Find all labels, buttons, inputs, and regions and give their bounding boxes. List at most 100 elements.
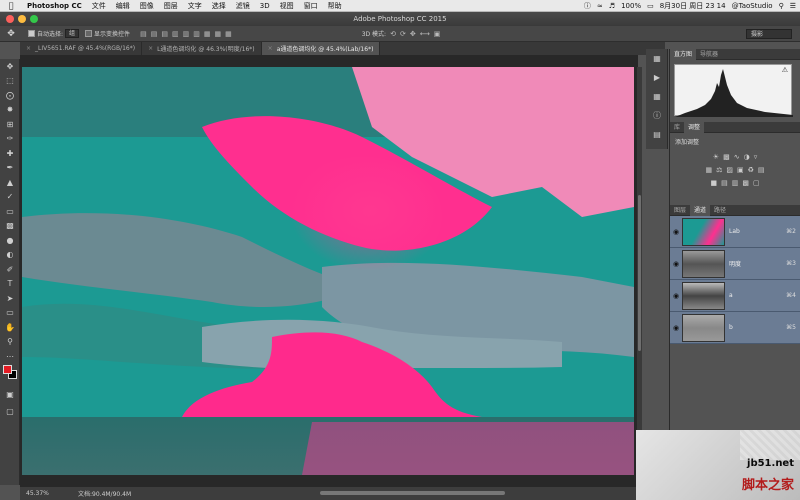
show-transform-checkbox[interactable] xyxy=(85,30,93,37)
move-tool-icon[interactable]: ✥ xyxy=(0,59,20,74)
doc-size[interactable]: 文档:90.4M/90.4M xyxy=(50,489,131,498)
bw-icon[interactable]: ▨ xyxy=(726,166,733,174)
gradient-map-icon[interactable]: ▩ xyxy=(742,179,749,187)
tab-adjustments[interactable]: 调整 xyxy=(684,122,705,133)
shape-tool-icon[interactable]: ▭ xyxy=(0,306,20,321)
auto-select-dropdown[interactable]: 组 xyxy=(65,29,80,38)
hue-sat-icon[interactable]: ▦ xyxy=(705,166,712,174)
history-brush-icon[interactable]: ✓ xyxy=(0,190,20,205)
brush-tool-icon[interactable]: ✒ xyxy=(0,161,20,176)
healing-brush-icon[interactable]: ✚ xyxy=(0,146,20,161)
align-right-icon[interactable]: ▥ xyxy=(193,30,200,38)
brush-settings-icon[interactable]: ▦ xyxy=(646,87,668,106)
distribute-icon[interactable]: ▦ xyxy=(225,30,232,38)
distribute-icon[interactable]: ▦ xyxy=(204,30,211,38)
menu-layer[interactable]: 图层 xyxy=(159,1,183,11)
rotate-3d-icon[interactable]: ⟲ xyxy=(390,30,396,38)
menu-help[interactable]: 帮助 xyxy=(323,1,347,11)
slide-3d-icon[interactable]: ⟷ xyxy=(420,30,430,38)
marquee-tool-icon[interactable]: ⬚ xyxy=(0,74,20,89)
menu-3d[interactable]: 3D xyxy=(255,2,275,10)
eye-icon[interactable]: ◉ xyxy=(670,260,682,268)
tab-paths[interactable]: 路径 xyxy=(710,205,730,216)
quick-select-icon[interactable]: ✸ xyxy=(0,103,20,118)
channel-row[interactable]: ◉ Lab ⌘2 xyxy=(670,216,800,248)
align-left-icon[interactable]: ▥ xyxy=(172,30,179,38)
invert-icon[interactable]: ■ xyxy=(710,179,717,187)
workspace-dropdown[interactable]: 摄影 xyxy=(746,29,792,39)
hand-tool-icon[interactable]: ✋ xyxy=(0,320,20,335)
move-tool-icon[interactable]: ✥ xyxy=(0,29,22,39)
eyedropper-icon[interactable]: ✑ xyxy=(0,132,20,147)
apple-icon[interactable]:  xyxy=(0,1,22,10)
type-tool-icon[interactable]: T xyxy=(0,277,20,292)
align-center-icon[interactable]: ▥ xyxy=(183,30,190,38)
photo-filter-icon[interactable]: ▣ xyxy=(737,166,744,174)
tab-navigator[interactable]: 导航器 xyxy=(696,49,722,60)
eraser-tool-icon[interactable]: ▭ xyxy=(0,204,20,219)
menu-edit[interactable]: 编辑 xyxy=(111,1,135,11)
more-tools-icon[interactable]: ⋯ xyxy=(0,349,20,364)
info-icon[interactable]: ⓘ xyxy=(584,1,591,11)
actions-icon[interactable]: ▶ xyxy=(646,68,668,87)
tab-layers[interactable]: 图层 xyxy=(670,205,690,216)
vertical-scrollbar[interactable] xyxy=(637,67,642,487)
eye-icon[interactable]: ◉ xyxy=(670,228,682,236)
horizontal-scrollbar[interactable] xyxy=(320,491,505,495)
channel-row[interactable]: ◉ a ⌘4 xyxy=(670,280,800,312)
tab-l-channel[interactable]: × L通道色调均化 @ 46.3%(明度/16*) xyxy=(142,42,262,55)
properties-icon[interactable]: ▤ xyxy=(646,125,668,144)
align-bottom-icon[interactable]: ▤ xyxy=(161,30,168,38)
align-middle-icon[interactable]: ▤ xyxy=(151,30,158,38)
blur-tool-icon[interactable]: ● xyxy=(0,233,20,248)
menu-window[interactable]: 窗口 xyxy=(299,1,323,11)
gradient-tool-icon[interactable]: ▩ xyxy=(0,219,20,234)
channel-row[interactable]: ◉ 明度 ⌘3 xyxy=(670,248,800,280)
info-icon[interactable]: ⓘ xyxy=(646,106,668,125)
menu-app-name[interactable]: Photoshop CC xyxy=(22,2,87,10)
tab-raw[interactable]: × _LIV5651.RAF @ 45.4%(RGB/16*) xyxy=(20,42,143,55)
menu-image[interactable]: 图像 xyxy=(135,1,159,11)
roll-3d-icon[interactable]: ⟳ xyxy=(400,30,406,38)
channel-row[interactable]: ◉ b ⌘5 xyxy=(670,312,800,344)
auto-select-checkbox[interactable] xyxy=(28,30,35,37)
battery-icon[interactable]: ▭ xyxy=(647,2,654,10)
zoom-tool-icon[interactable]: ⚲ xyxy=(0,335,20,350)
menu-type[interactable]: 文字 xyxy=(183,1,207,11)
scale-3d-icon[interactable]: ▣ xyxy=(434,30,441,38)
pen-tool-icon[interactable]: ✐ xyxy=(0,262,20,277)
volume-icon[interactable]: ♬ xyxy=(609,2,615,10)
distribute-icon[interactable]: ▦ xyxy=(214,30,221,38)
clone-stamp-icon[interactable]: ▲ xyxy=(0,175,20,190)
color-lookup-icon[interactable]: ▤ xyxy=(758,166,765,174)
datetime[interactable]: 8月30日 周日 23 14 xyxy=(660,1,726,11)
tab-channels[interactable]: 通道 xyxy=(690,205,711,216)
canvas-area[interactable] xyxy=(20,55,638,487)
drag-3d-icon[interactable]: ✥ xyxy=(410,30,416,38)
threshold-icon[interactable]: ▥ xyxy=(732,179,739,187)
channel-mixer-icon[interactable]: ♻ xyxy=(748,166,754,174)
minimize-icon[interactable] xyxy=(18,15,26,23)
path-select-icon[interactable]: ➤ xyxy=(0,291,20,306)
color-balance-icon[interactable]: ⚖ xyxy=(716,166,722,174)
search-icon[interactable]: ⚲ xyxy=(779,2,784,10)
menu-select[interactable]: 选择 xyxy=(207,1,231,11)
tab-libraries[interactable]: 库 xyxy=(670,122,684,133)
menu-view[interactable]: 视图 xyxy=(275,1,299,11)
tab-histogram[interactable]: 直方图 xyxy=(670,49,697,60)
posterize-icon[interactable]: ▤ xyxy=(721,179,728,187)
scrollbar-thumb[interactable] xyxy=(638,195,641,351)
close-icon[interactable] xyxy=(6,15,14,23)
close-icon[interactable]: × xyxy=(26,45,31,52)
wifi-icon[interactable]: ≈ xyxy=(597,2,603,10)
close-icon[interactable]: × xyxy=(268,45,273,52)
crop-tool-icon[interactable]: ⊞ xyxy=(0,117,20,132)
selective-color-icon[interactable]: ▢ xyxy=(753,179,760,187)
list-icon[interactable]: ☰ xyxy=(790,2,796,10)
tab-a-channel[interactable]: × a通道色调均化 @ 45.4%(Lab/16*) xyxy=(261,42,381,55)
user-name[interactable]: @TaoStudio xyxy=(732,2,773,10)
quick-mask-icon[interactable]: ▣ xyxy=(0,387,20,402)
close-icon[interactable]: × xyxy=(148,45,153,52)
lasso-tool-icon[interactable]: ⨀ xyxy=(0,88,20,103)
zoom-level[interactable]: 45.37% xyxy=(20,490,50,497)
